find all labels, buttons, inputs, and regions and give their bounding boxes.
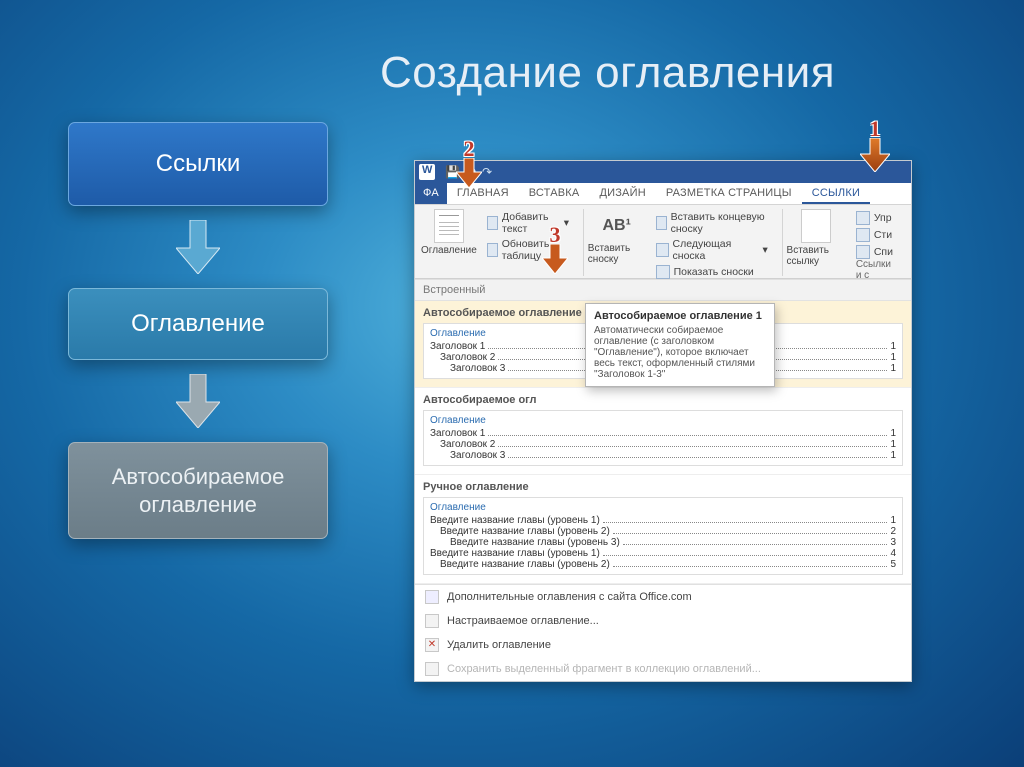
- word-app-icon: [419, 164, 435, 180]
- flow-box-1: Ссылки: [68, 122, 328, 206]
- chevron-down-icon: ▾: [762, 244, 767, 256]
- next-footnote-button[interactable]: Следующая сноска ▾: [656, 238, 768, 262]
- remove-toc-button[interactable]: Удалить оглавление: [415, 633, 911, 657]
- insert-footnote-button[interactable]: AB¹ Вставить сноску: [588, 209, 646, 265]
- manage-sources-button[interactable]: Упр: [856, 211, 893, 225]
- next-footnote-icon: [656, 243, 669, 257]
- citation-icon: [801, 209, 831, 243]
- tab-file[interactable]: ФА: [415, 183, 447, 204]
- divider: [782, 209, 783, 276]
- word-screenshot: 💾 ↶ ↷ ФА ГЛАВНАЯ ВСТАВКА ДИЗАЙН РАЗМЕТКА…: [414, 160, 912, 682]
- divider: [583, 209, 584, 276]
- group-citation: Вставить ссылку: [787, 209, 846, 267]
- bibliography-icon: [856, 245, 870, 259]
- slide-title: Создание оглавления: [380, 48, 835, 98]
- redo-icon[interactable]: ↷: [482, 165, 492, 179]
- update-table-icon: [487, 243, 498, 257]
- flowchart: Ссылки Оглавление Автособираемое оглавле…: [62, 122, 334, 539]
- add-text-icon: [487, 216, 498, 230]
- show-notes-icon: [656, 265, 670, 279]
- group-footnote-actions: Вставить концевую сноску Следующая сноск…: [656, 209, 768, 279]
- ribbon-tabs: ФА ГЛАВНАЯ ВСТАВКА ДИЗАЙН РАЗМЕТКА СТРАН…: [415, 183, 911, 205]
- insert-citation-button[interactable]: Вставить ссылку: [787, 209, 846, 267]
- insert-endnote-button[interactable]: Вставить концевую сноску: [656, 211, 768, 235]
- toc-style-manual[interactable]: Ручное оглавление Оглавление Введите наз…: [415, 475, 911, 584]
- tab-design[interactable]: ДИЗАЙН: [589, 183, 655, 204]
- custom-toc-button[interactable]: Настраиваемое оглавление...: [415, 609, 911, 633]
- group-footnote: AB¹ Вставить сноску: [588, 209, 646, 265]
- toc-preview: Оглавление Введите название главы (урове…: [423, 497, 903, 575]
- callout-2: 2: [456, 136, 482, 188]
- gallery-footer: Дополнительные оглавления с сайта Office…: [415, 584, 911, 681]
- toc-button[interactable]: Оглавление: [421, 209, 477, 256]
- arrow-down-icon: [176, 374, 220, 428]
- flow-box-3: Автособираемое оглавление: [68, 442, 328, 539]
- slide: Создание оглавления Ссылки Оглавление Ав…: [0, 0, 1024, 767]
- tab-layout[interactable]: РАЗМЕТКА СТРАНИЦЫ: [656, 183, 802, 204]
- ribbon-body: Оглавление Добавить текст ▾ Обновить таб…: [415, 205, 911, 279]
- flow-box-2: Оглавление: [68, 288, 328, 360]
- show-notes-button[interactable]: Показать сноски: [656, 265, 768, 279]
- tab-insert[interactable]: ВСТАВКА: [519, 183, 590, 204]
- callout-3: 3: [542, 222, 568, 274]
- toc-icon: [434, 209, 464, 243]
- callout-1: 1: [860, 116, 890, 172]
- toc-preview: Оглавление Заголовок 11 Заголовок 21 Заг…: [423, 410, 903, 466]
- style-icon: [856, 228, 870, 242]
- save-gallery-icon: [425, 662, 439, 676]
- gallery-header: Встроенный: [415, 280, 911, 301]
- group-citation-actions: Упр Сти Спи Ссылки и с: [856, 209, 895, 281]
- style-button[interactable]: Сти: [856, 228, 893, 242]
- arrow-down-icon: [860, 138, 890, 172]
- toc-style-auto1[interactable]: Автособираемое оглавление 1 Оглавление З…: [415, 301, 911, 388]
- toc-gallery: Встроенный Автособираемое оглавление 1 О…: [415, 279, 911, 681]
- footnote-icon: AB¹: [602, 209, 630, 243]
- gear-icon: [425, 614, 439, 628]
- group-toc: Оглавление: [421, 209, 477, 256]
- manage-sources-icon: [856, 211, 870, 225]
- arrow-down-icon: [456, 158, 482, 188]
- save-selection-button: Сохранить выделенный фрагмент в коллекци…: [415, 657, 911, 681]
- arrow-down-icon: [176, 220, 220, 274]
- endnote-icon: [656, 216, 667, 230]
- office-icon: [425, 590, 439, 604]
- tab-references[interactable]: ССЫЛКИ: [802, 183, 870, 204]
- more-from-office-button[interactable]: Дополнительные оглавления с сайта Office…: [415, 585, 911, 609]
- arrow-down-icon: [542, 244, 568, 274]
- tooltip: Автособираемое оглавление 1 Автоматическ…: [585, 303, 775, 387]
- toc-style-auto2[interactable]: Автособираемое огл Оглавление Заголовок …: [415, 388, 911, 475]
- remove-icon: [425, 638, 439, 652]
- title-bar: 💾 ↶ ↷: [415, 161, 911, 183]
- bibliography-button[interactable]: Спи: [856, 245, 893, 259]
